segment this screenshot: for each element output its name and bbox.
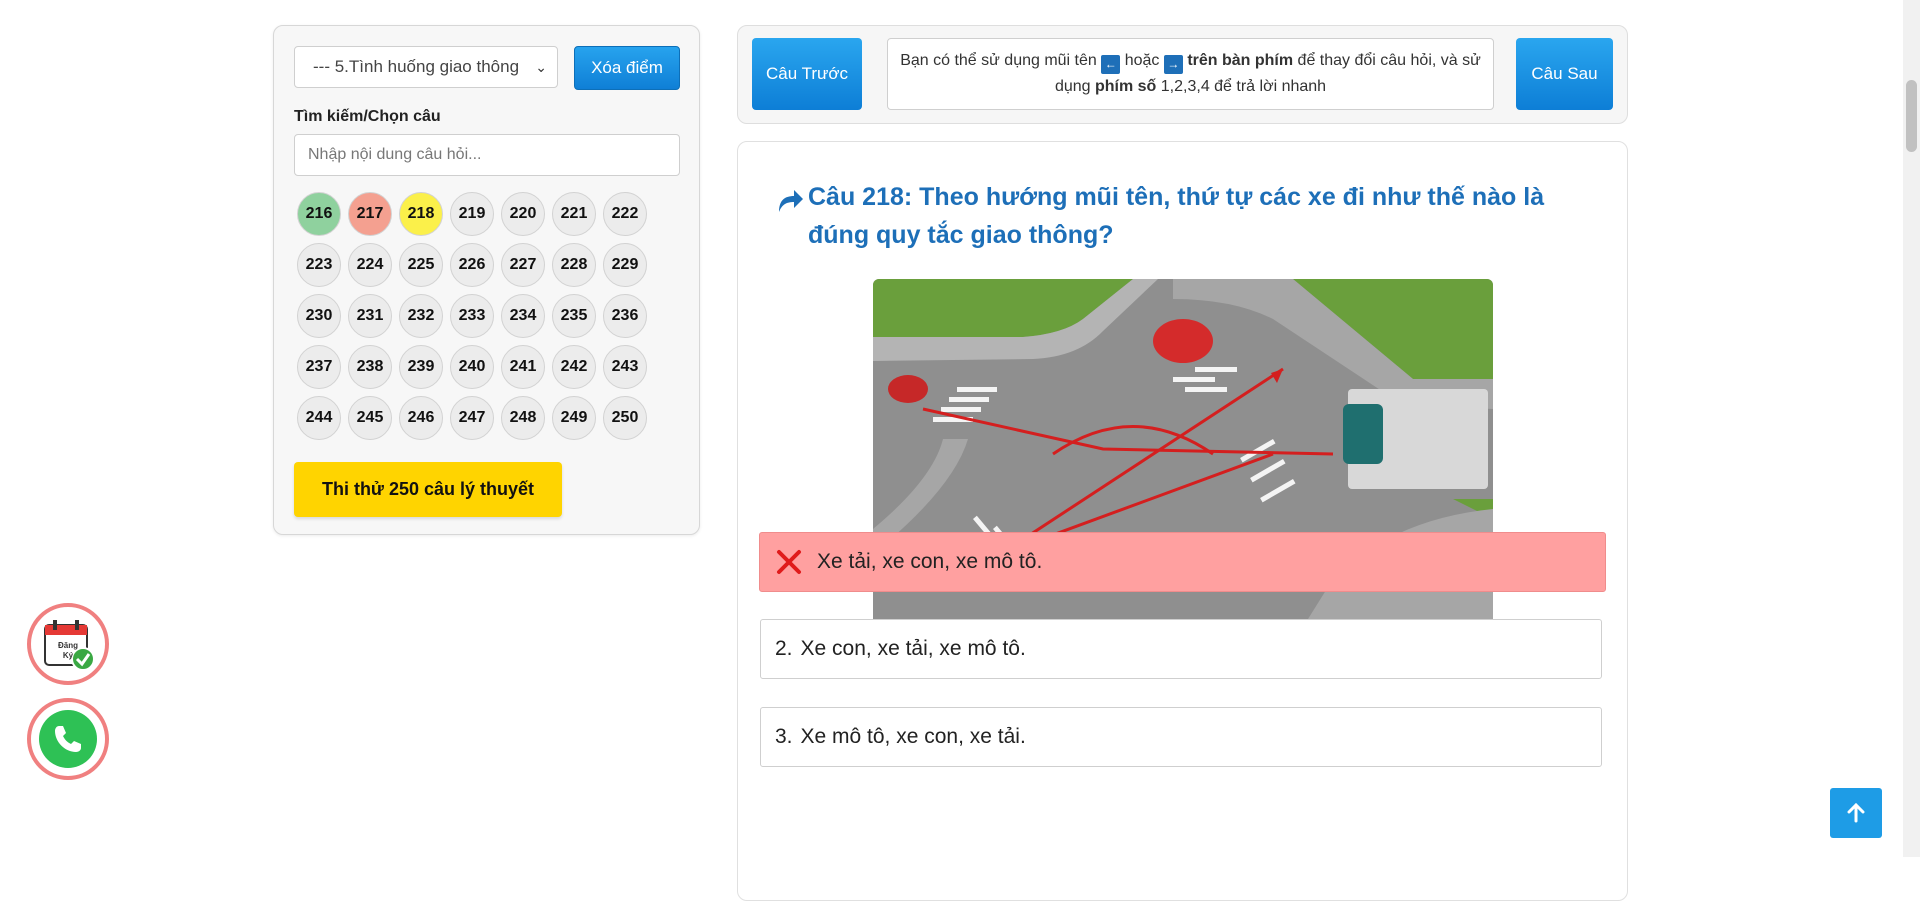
hint-or: hoặc <box>1124 52 1160 69</box>
question-number-button[interactable]: 241 <box>501 345 545 389</box>
practice-test-button[interactable]: Thi thử 250 câu lý thuyết <box>294 462 562 517</box>
question-number-button[interactable]: 232 <box>399 294 443 338</box>
search-label: Tìm kiếm/Chọn câu <box>294 108 441 125</box>
hint-numkeys: phím số <box>1094 78 1157 95</box>
answer-text: Xe tải, xe con, xe mô tô. <box>817 550 1043 573</box>
call-button-bg <box>39 710 97 768</box>
register-label-1: Đăng <box>58 641 78 650</box>
question-number-button[interactable]: 242 <box>552 345 596 389</box>
question-number-button[interactable]: 238 <box>348 345 392 389</box>
question-selector-panel: --- 5.Tình huống giao thông ⌄ Xóa điểm T… <box>273 25 700 535</box>
call-floating-button[interactable] <box>27 698 109 780</box>
question-card: Câu 218: Theo hướng mũi tên, thứ tự các … <box>737 141 1628 901</box>
back-to-top-button[interactable] <box>1830 788 1882 838</box>
question-number-button[interactable]: 217 <box>348 192 392 236</box>
question-number-button[interactable]: 231 <box>348 294 392 338</box>
question-navigation-bar: Câu Trước Bạn có thể sử dụng mũi tên ← h… <box>737 25 1628 124</box>
question-number-button[interactable]: 246 <box>399 396 443 440</box>
register-label-2: Ký <box>62 651 74 660</box>
question-number-button[interactable]: 237 <box>297 345 341 389</box>
question-number-button[interactable]: 248 <box>501 396 545 440</box>
question-number-button[interactable]: 227 <box>501 243 545 287</box>
arrow-left-key-icon: ← <box>1101 55 1121 74</box>
question-number-button[interactable]: 233 <box>450 294 494 338</box>
question-number-button[interactable]: 244 <box>297 396 341 440</box>
answer-number: 2. <box>775 637 793 660</box>
question-number-button[interactable]: 234 <box>501 294 545 338</box>
arrow-up-icon <box>1847 803 1865 823</box>
topic-select[interactable]: --- 5.Tình huống giao thông ⌄ <box>294 46 558 88</box>
question-number-button[interactable]: 240 <box>450 345 494 389</box>
question-number-button[interactable]: 226 <box>450 243 494 287</box>
answer-option-3[interactable]: 3. Xe mô tô, xe con, xe tải. <box>760 707 1602 767</box>
question-number-button[interactable]: 216 <box>297 192 341 236</box>
answer-number: 3. <box>775 725 793 748</box>
hint-text: Bạn có thể sử dụng mũi tên <box>900 52 1097 69</box>
question-number-button[interactable]: 235 <box>552 294 596 338</box>
question-number-button[interactable]: 220 <box>501 192 545 236</box>
share-arrow-icon <box>779 190 803 212</box>
hint-keyboard: trên bàn phím <box>1187 52 1294 69</box>
question-number-button[interactable]: 245 <box>348 396 392 440</box>
question-number-button[interactable]: 225 <box>399 243 443 287</box>
question-number-button[interactable]: 243 <box>603 345 647 389</box>
scrollbar-thumb[interactable] <box>1906 80 1917 152</box>
question-number-button[interactable]: 219 <box>450 192 494 236</box>
question-number-button[interactable]: 222 <box>603 192 647 236</box>
question-number-button[interactable]: 221 <box>552 192 596 236</box>
question-number-button[interactable]: 250 <box>603 396 647 440</box>
question-number-button[interactable]: 247 <box>450 396 494 440</box>
question-number-button[interactable]: 228 <box>552 243 596 287</box>
question-number-button[interactable]: 223 <box>297 243 341 287</box>
question-number-button[interactable]: 224 <box>348 243 392 287</box>
question-number-button[interactable]: 218 <box>399 192 443 236</box>
arrow-right-key-icon: → <box>1163 55 1183 74</box>
question-number-grid: 216 217 218 219 220 221 222 223 224 225 226 227 228 2… <box>297 192 647 440</box>
next-question-button[interactable]: Câu Sau <box>1516 38 1613 110</box>
search-input[interactable]: Nhập nội dung câu hỏi... <box>294 134 680 176</box>
question-number-button[interactable]: 229 <box>603 243 647 287</box>
phone-icon <box>55 726 81 752</box>
wrong-answer-x-icon <box>777 550 801 574</box>
question-title: Câu 218: Theo hướng mũi tên, thứ tự các … <box>808 183 1545 249</box>
answer-option-2[interactable]: 2. Xe con, xe tải, xe mô tô. <box>760 619 1602 679</box>
chevron-down-icon: ⌄ <box>535 59 547 75</box>
keyboard-hint: Bạn có thể sử dụng mũi tên ← hoặc → trên… <box>887 38 1494 110</box>
question-number-button[interactable]: 239 <box>399 345 443 389</box>
clear-score-button[interactable]: Xóa điểm <box>574 46 680 90</box>
previous-question-button[interactable]: Câu Trước <box>752 38 862 110</box>
answer-text: Xe con, xe tải, xe mô tô. <box>800 637 1026 660</box>
hint-text-3: 1,2,3,4 để trả lời nhanh <box>1160 78 1327 95</box>
answer-text: Xe mô tô, xe con, xe tải. <box>800 725 1026 748</box>
register-floating-button[interactable]: Đăng Ký <box>27 603 109 685</box>
question-number-button[interactable]: 236 <box>603 294 647 338</box>
question-number-button[interactable]: 249 <box>552 396 596 440</box>
question-number-button[interactable]: 230 <box>297 294 341 338</box>
answer-option-1[interactable]: Xe tải, xe con, xe mô tô. <box>759 532 1606 592</box>
topic-select-value: --- 5.Tình huống giao thông <box>313 57 520 76</box>
